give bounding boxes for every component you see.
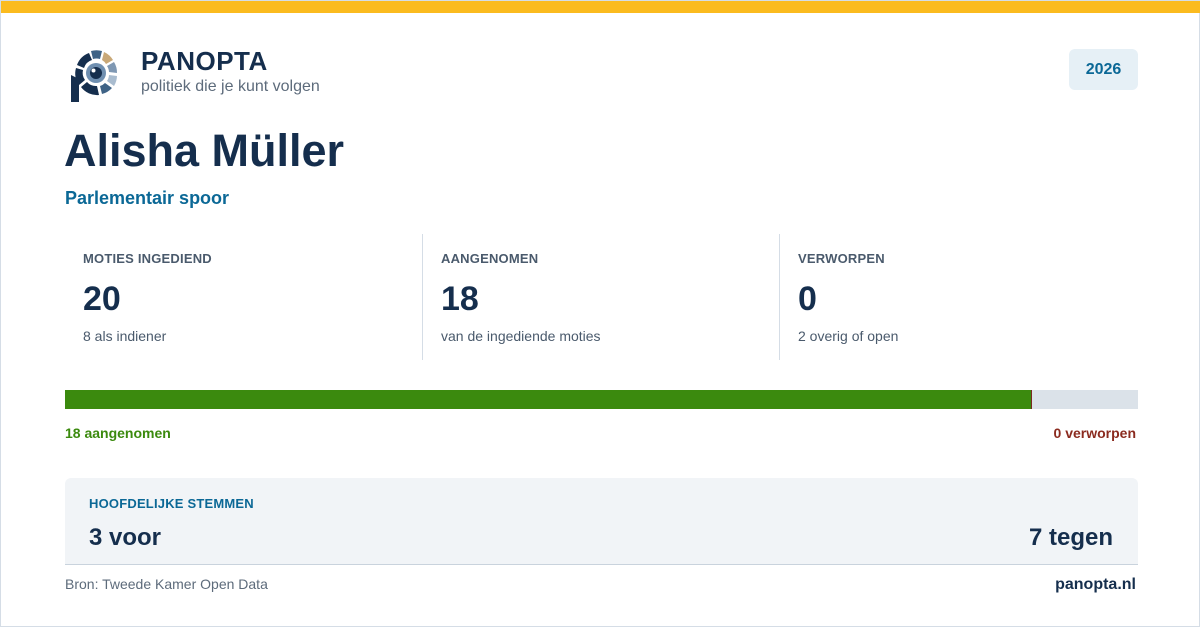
year-badge: 2026 [1069, 49, 1138, 90]
share-card: PANOPTA politiek die je kunt volgen 2026… [0, 0, 1200, 627]
stat-label: VERWORPEN [798, 251, 885, 266]
accepted-legend: 18 aangenomen [65, 425, 171, 441]
panopta-logo-icon [69, 45, 121, 103]
stat-label: MOTIES INGEDIEND [83, 251, 212, 266]
stat-accepted: AANGENOMEN 18 van de ingediende moties [422, 234, 779, 360]
brand-tagline: politiek die je kunt volgen [141, 78, 320, 95]
stat-value: 0 [798, 280, 817, 318]
stat-rejected: VERWORPEN 0 2 overig of open [779, 234, 1138, 360]
votes-for: 3 voor [89, 524, 162, 551]
roll-call-votes-panel: HOOFDELIJKE STEMMEN 3 voor 7 tegen [65, 478, 1138, 565]
rejected-legend: 0 verworpen [1053, 425, 1136, 441]
brand-name: PANOPTA [141, 46, 268, 76]
rejected-fill [1031, 390, 1032, 409]
result-progress-bar [65, 390, 1138, 409]
stat-label: AANGENOMEN [441, 251, 539, 266]
stat-subtext: 8 als indiener [83, 328, 167, 344]
stat-subtext: 2 overig of open [798, 328, 899, 344]
track-label: Parlementair spoor [65, 188, 230, 208]
votes-label: HOOFDELIJKE STEMMEN [89, 496, 254, 511]
top-accent-bar [1, 1, 1200, 13]
stat-value: 20 [83, 280, 121, 318]
person-name: Alisha Müller [64, 125, 345, 176]
stat-submitted: MOTIES INGEDIEND 20 8 als indiener [65, 234, 422, 360]
source-note: Bron: Tweede Kamer Open Data [65, 576, 268, 592]
stat-value: 18 [441, 280, 479, 318]
votes-against: 7 tegen [1028, 524, 1113, 551]
stat-subtext: van de ingediende moties [441, 328, 601, 344]
site-link[interactable]: panopta.nl [1055, 576, 1136, 594]
accepted-fill [65, 390, 1031, 409]
